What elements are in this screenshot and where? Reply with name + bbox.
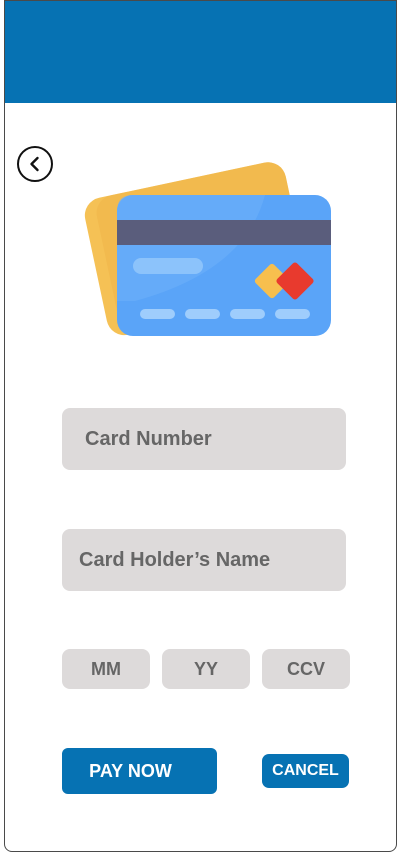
card-number-input[interactable]: Card Number xyxy=(62,408,346,470)
expiry-year-input[interactable]: YY xyxy=(162,649,250,689)
app-header xyxy=(5,1,396,103)
card-holder-name-input[interactable]: Card Holder’s Name xyxy=(62,529,346,591)
ccv-input[interactable]: CCV xyxy=(262,649,350,689)
cancel-button[interactable]: CANCEL xyxy=(262,754,349,788)
pay-now-button[interactable]: PAY NOW xyxy=(62,748,217,794)
chevron-left-icon xyxy=(30,156,39,172)
expiry-month-input[interactable]: MM xyxy=(62,649,150,689)
phone-frame: Card Number Card Holder’s Name MM YY CCV… xyxy=(4,0,397,852)
credit-cards-icon xyxy=(84,162,331,336)
back-button[interactable] xyxy=(17,146,53,182)
